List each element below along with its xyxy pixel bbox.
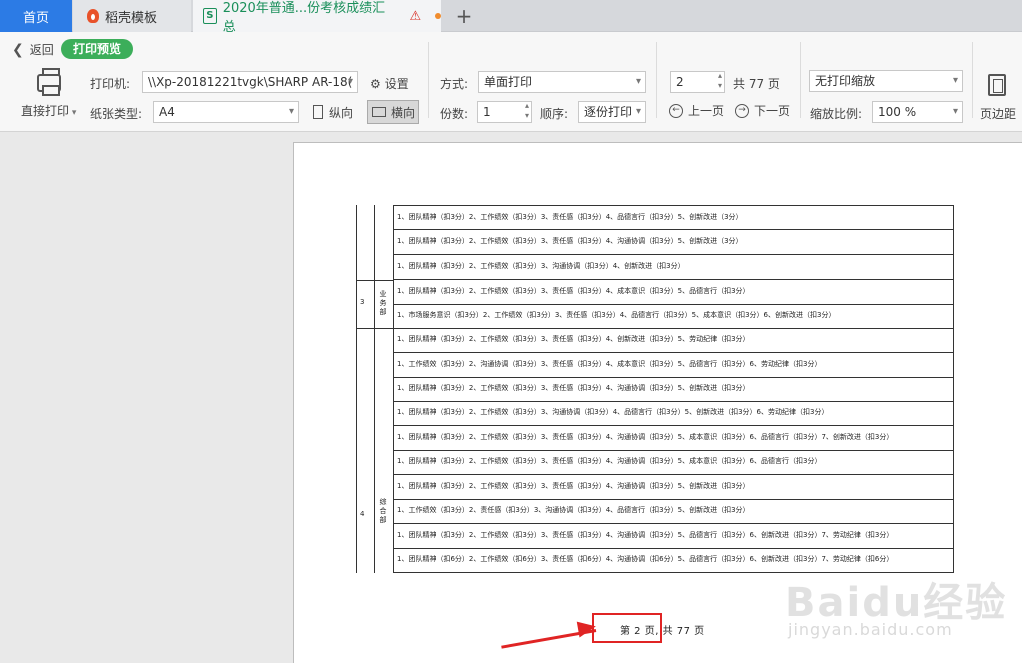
paper-label: 纸张类型: (90, 107, 143, 121)
landscape-label: 横向 (391, 105, 416, 120)
portrait-button[interactable]: 纵向 (310, 100, 356, 124)
prev-page-button[interactable]: ← 上一页 (669, 102, 724, 119)
direct-print-button[interactable]: 直接打印 ▾ (21, 102, 76, 119)
next-page-button[interactable]: → 下一页 (735, 102, 790, 119)
unsaved-dot-icon[interactable] (435, 13, 442, 19)
plus-icon: + (455, 4, 473, 28)
arrow-right-icon: → (735, 103, 749, 118)
separator (428, 42, 429, 118)
dept-number: 4 (360, 510, 365, 518)
back-label: 返回 (29, 43, 54, 57)
table-row: 1、团队精神（扣3分）2、工作绩效（扣3分）3、沟通协调（扣3分）4、品德言行（… (393, 401, 954, 426)
total-pages-label: 共 77 页 (733, 77, 780, 91)
prev-page-label: 上一页 (688, 104, 725, 118)
dept-name: 综合部 (379, 498, 387, 524)
zoom-label: 缩放比例: (810, 107, 863, 121)
scaling-select[interactable]: 无打印缩放 (809, 70, 963, 92)
dept-number: 3 (360, 298, 365, 306)
chevron-left-icon: ❮ (12, 41, 24, 58)
tab-bar: 首页 稻壳模板 S 2020年普通...份考核成绩汇总 ⚠ + (0, 0, 1022, 35)
order-label: 顺序: (540, 107, 569, 121)
table-row: 1、团队精神（扣3分）2、工作绩效（扣3分）3、责任感（扣3分）4、品德言行（扣… (393, 205, 954, 230)
tab-template[interactable]: 稻壳模板 (73, 0, 191, 32)
method-label: 方式: (440, 77, 469, 91)
table-row: 1、团队精神（扣3分）2、工作绩效（扣3分）3、责任感（扣3分）4、沟通协调（扣… (393, 426, 954, 451)
method-select[interactable]: 单面打印 (478, 71, 646, 93)
tab-template-label: 稻壳模板 (105, 10, 158, 26)
order-select[interactable]: 逐份打印 (578, 101, 646, 123)
table-row: 1、工作绩效（扣3分）2、责任感（扣3分）3、沟通协调（扣3分）4、品德言行（扣… (393, 499, 954, 524)
table-row: 1、团队精神（扣3分）2、工作绩效（扣3分）3、责任感（扣3分）4、沟通协调（扣… (393, 524, 954, 549)
separator (800, 42, 801, 118)
new-tab-button[interactable]: + (452, 0, 476, 32)
margins-icon[interactable] (988, 74, 1006, 96)
watermark-url: jingyan.baidu.com (788, 620, 953, 639)
zoom-select[interactable]: 100 % (872, 101, 963, 123)
landscape-icon (372, 107, 386, 117)
table-row: 1、团队精神（扣3分）2、工作绩效（扣3分）3、责任感（扣3分）4、沟通协调（扣… (393, 475, 954, 500)
separator (972, 42, 973, 118)
spreadsheet-icon: S (203, 8, 217, 24)
caret-down-icon: ▾ (69, 108, 77, 118)
table-row: 1、团队精神（扣3分）2、工作绩效（扣3分）3、责任感（扣3分）4、成本意识（扣… (393, 280, 954, 305)
table-divider (356, 328, 394, 329)
table-row: 1、团队精神（扣3分）2、工作绩效（扣3分）3、责任感（扣3分）4、沟通协调（扣… (393, 230, 954, 255)
table-row: 1、团队精神（扣3分）2、工作绩效（扣3分）3、责任感（扣3分）4、沟通协调（扣… (393, 450, 954, 475)
table-row: 1、团队精神（扣3分）2、工作绩效（扣3分）3、责任感（扣3分）4、创新改进（扣… (393, 328, 954, 353)
highlight-box (592, 613, 662, 643)
paper-select[interactable]: A4 (153, 101, 299, 123)
docer-flame-icon (87, 9, 99, 23)
printer-select[interactable]: \\Xp-20181221tvgk\SHARP AR-18( (142, 71, 358, 93)
mode-badge: 打印预览 (61, 39, 134, 59)
warning-icon: ⚠ (409, 8, 422, 24)
page-number-stepper[interactable]: 2 (670, 71, 725, 93)
gear-icon: ⚙ (370, 76, 381, 91)
arrow-left-icon: ← (669, 103, 683, 118)
table-row: 1、工作绩效（扣3分）2、沟通协调（扣3分）3、责任感（扣3分）4、成本意识（扣… (393, 353, 954, 378)
table-row: 1、团队精神（扣3分）2、工作绩效（扣3分）3、责任感（扣3分）4、沟通协调（扣… (393, 377, 954, 402)
annotation-arrow-head (576, 618, 598, 638)
copies-label: 份数: (440, 107, 469, 121)
table-border-dept (374, 205, 375, 573)
copies-stepper[interactable]: 1 (477, 101, 532, 123)
direct-print-label: 直接打印 (21, 104, 70, 118)
dept-name: 业务部 (379, 290, 387, 316)
separator (656, 42, 657, 118)
back-button[interactable]: ❮ 返回 (12, 41, 54, 58)
margins-button[interactable]: 页边距 (980, 105, 1016, 122)
printer-icon[interactable] (37, 68, 61, 96)
tab-home[interactable]: 首页 (0, 0, 72, 32)
table-row: 1、市场服务意识（扣3分）2、工作绩效（扣3分）3、责任感（扣3分）4、品德言行… (393, 304, 954, 329)
landscape-button[interactable]: 横向 (367, 100, 419, 124)
settings-label: 设置 (384, 77, 409, 91)
tab-home-label: 首页 (22, 10, 49, 26)
tab-document-label: 2020年普通...份考核成绩汇总 (222, 1, 386, 35)
portrait-label: 纵向 (329, 105, 354, 120)
tab-document[interactable]: S 2020年普通...份考核成绩汇总 ⚠ (193, 0, 442, 35)
table-row: 1、团队精神（扣3分）2、工作绩效（扣3分）3、沟通协调（扣3分）4、创新改进（… (393, 255, 954, 280)
table-border-left (356, 205, 357, 573)
settings-button[interactable]: ⚙ 设置 (370, 75, 409, 92)
next-page-label: 下一页 (754, 104, 791, 118)
table-divider (356, 280, 394, 281)
portrait-icon (313, 105, 323, 119)
printer-label: 打印机: (90, 77, 131, 91)
print-preview-toolbar: ❮ 返回 打印预览 直接打印 ▾ 打印机: \\Xp-20181221tvgk\… (0, 32, 1022, 132)
